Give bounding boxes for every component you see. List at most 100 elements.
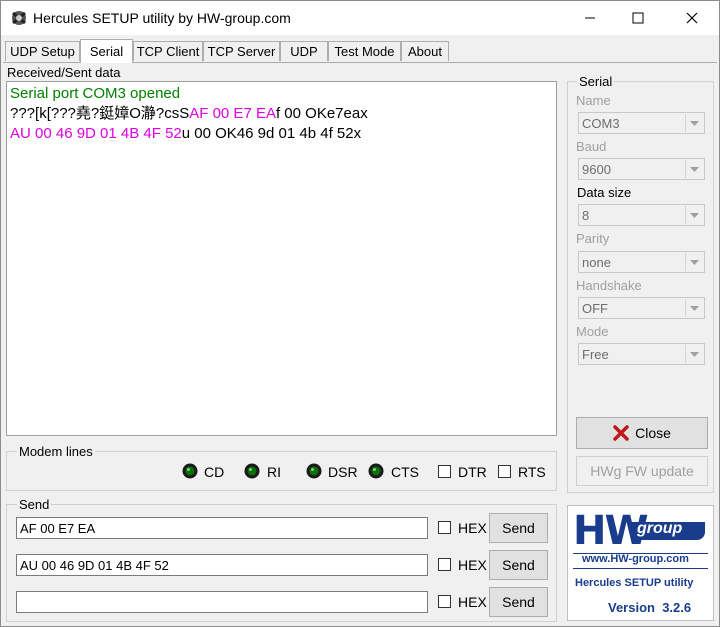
app-window: Hercules SETUP utility by HW-group.com U…: [0, 0, 720, 627]
received-line: AU 00 46 9D 01 4B 4F 52u 00 OK46 9d 01 4…: [10, 124, 553, 144]
tab-label: TCP Client: [136, 44, 200, 59]
send-input-1[interactable]: AF 00 E7 EA: [16, 517, 428, 539]
cd-led-icon: [182, 463, 198, 479]
parity-select[interactable]: none: [578, 251, 705, 273]
logo-product: Hercules SETUP utility: [575, 577, 694, 589]
dtr-label: DTR: [458, 464, 487, 480]
tab-tcp-client[interactable]: TCP Client: [133, 41, 203, 61]
dsr-label: DSR: [328, 464, 358, 480]
tab-serial[interactable]: Serial: [80, 39, 133, 63]
ri-label: RI: [267, 464, 281, 480]
mode-label: Mode: [576, 324, 609, 339]
red-x-icon: [613, 425, 629, 441]
baud-select[interactable]: 9600: [578, 158, 705, 180]
cd-label: CD: [204, 464, 225, 480]
logo-group-bar: group: [631, 520, 705, 540]
received-label: Received/Sent data: [7, 65, 121, 80]
logo-url: www.HW-group.com: [582, 553, 689, 565]
rts-checkbox[interactable]: [498, 465, 511, 478]
hw-group-logo[interactable]: HW group www.HW-group.com Hercules SETUP…: [567, 505, 714, 621]
chevron-down-icon: [685, 253, 703, 271]
data-size-select[interactable]: 8: [578, 204, 705, 226]
logo-group: group: [637, 520, 683, 537]
parity-value: none: [582, 255, 611, 270]
hex-label-3: HEX: [458, 594, 487, 610]
serial-group-title: Serial: [577, 74, 615, 89]
received-segment: AF 00 E7 EA: [189, 105, 276, 122]
data-size-label: Data size: [577, 185, 632, 200]
tab-label: TCP Server: [207, 44, 276, 59]
close-port-button[interactable]: Close: [576, 417, 708, 449]
received-segment: u 00 OK46 9d 01 4b 4f 52x: [181, 125, 362, 142]
send-button-2[interactable]: Send: [489, 550, 548, 580]
handshake-value: OFF: [582, 301, 608, 316]
chevron-down-icon: [685, 299, 703, 317]
received-data-area[interactable]: Serial port COM3 opened ???[k[???堯?鋌嫜O瀞?c…: [6, 81, 557, 436]
tab-tcp-server[interactable]: TCP Server: [203, 41, 280, 61]
send-group-title: Send: [17, 497, 52, 512]
send-input-3[interactable]: [16, 591, 428, 613]
send-button-label: Send: [502, 594, 535, 610]
tab-label: UDP: [290, 44, 318, 59]
dtr-checkbox[interactable]: [438, 465, 451, 478]
name-value: COM3: [582, 116, 620, 131]
close-port-label: Close: [635, 425, 671, 441]
hw-group-logo-mark: HW group: [573, 508, 708, 554]
tab-udp-setup[interactable]: UDP Setup: [5, 41, 80, 61]
tab-udp[interactable]: UDP: [280, 41, 328, 61]
close-window-button[interactable]: [669, 1, 715, 35]
cts-led-icon: [368, 463, 384, 479]
logo-divider: [573, 568, 708, 569]
name-select[interactable]: COM3: [578, 112, 705, 134]
received-line: Serial port COM3 opened: [10, 84, 553, 104]
send-input-2[interactable]: AU 00 46 9D 01 4B 4F 52: [16, 554, 428, 576]
ri-led-icon: [244, 463, 260, 479]
minimize-icon: [585, 17, 595, 19]
hercules-app-icon: [12, 11, 26, 25]
send-button-label: Send: [502, 520, 535, 536]
rts-label: RTS: [518, 464, 546, 480]
hex-checkbox-2[interactable]: [438, 558, 451, 571]
hex-checkbox-3[interactable]: [438, 595, 451, 608]
chevron-down-icon: [685, 160, 703, 178]
logo-version: Version 3.2.6: [608, 600, 692, 615]
send-button-3[interactable]: Send: [489, 587, 548, 617]
dsr-led-icon: [306, 463, 322, 479]
send-button-1[interactable]: Send: [489, 513, 548, 543]
title-bar[interactable]: Hercules SETUP utility by HW-group.com: [1, 1, 719, 35]
received-segment: f 00 OKe7eax: [275, 105, 368, 122]
maximize-button[interactable]: [615, 1, 661, 35]
fw-update-button[interactable]: HWg FW update: [576, 456, 708, 486]
data-size-value: 8: [582, 208, 590, 223]
chevron-down-icon: [685, 206, 703, 224]
name-label: Name: [576, 93, 611, 108]
maximize-icon: [632, 12, 644, 24]
baud-value: 9600: [582, 162, 611, 177]
send-button-label: Send: [502, 557, 535, 573]
hex-label-2: HEX: [458, 557, 487, 573]
tab-label: About: [408, 44, 442, 59]
tab-label: UDP Setup: [10, 44, 75, 59]
hex-label-1: HEX: [458, 520, 487, 536]
received-segment: AU 00 46 9D 01 4B 4F 52: [10, 125, 182, 142]
fw-update-label: HWg FW update: [590, 463, 694, 479]
tab-label: Serial: [89, 44, 124, 59]
received-line: ???[k[???堯?鋌嫜O瀞?csSAF 00 E7 EAf 00 OKe7e…: [10, 104, 553, 124]
parity-label: Parity: [576, 231, 610, 246]
handshake-label: Handshake: [576, 278, 642, 293]
hex-checkbox-1[interactable]: [438, 521, 451, 534]
modem-lines-title: Modem lines: [17, 444, 95, 459]
minimize-button[interactable]: [567, 1, 613, 35]
received-segment: Serial port COM3 opened: [10, 85, 181, 102]
window-title: Hercules SETUP utility by HW-group.com: [33, 10, 291, 26]
cts-label: CTS: [391, 464, 419, 480]
tab-test-mode[interactable]: Test Mode: [328, 41, 401, 61]
chevron-down-icon: [685, 345, 703, 363]
received-segment: ???[k[???堯?鋌嫜O瀞?csS: [10, 105, 190, 122]
tab-label: Test Mode: [334, 44, 395, 59]
chevron-down-icon: [685, 114, 703, 132]
close-icon: [686, 12, 698, 24]
tab-about[interactable]: About: [401, 41, 449, 61]
mode-select[interactable]: Free: [578, 343, 705, 365]
handshake-select[interactable]: OFF: [578, 297, 705, 319]
